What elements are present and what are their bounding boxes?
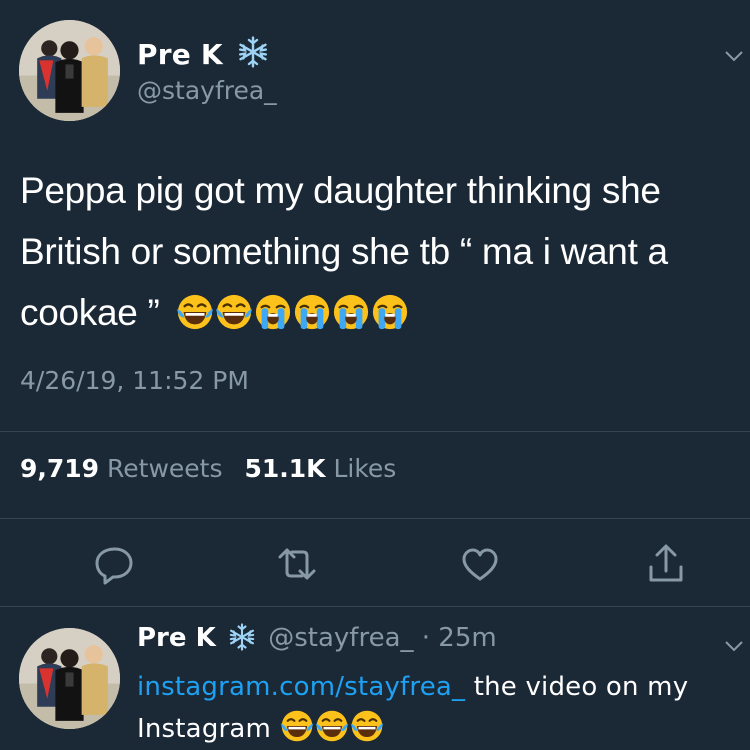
retweets-label[interactable]: Retweets: [107, 454, 222, 483]
avatar-image: [19, 628, 120, 729]
divider: [0, 606, 750, 607]
reply-time: · 25m: [421, 623, 497, 653]
reply-emojis: [280, 714, 385, 744]
joy-emoji: [215, 293, 253, 331]
author-avatar[interactable]: [19, 20, 120, 121]
reply-author-name[interactable]: Pre K: [137, 623, 216, 653]
sob-emoji: [371, 293, 409, 331]
sob-emoji: [254, 293, 292, 331]
joy-emoji: [176, 293, 214, 331]
reply-text: instagram.com/stayfrea_ the video on my …: [137, 666, 737, 750]
chevron-down-icon[interactable]: [722, 44, 746, 68]
sob-emoji: [332, 293, 370, 331]
likes-count[interactable]: 51.1K: [244, 454, 325, 483]
tweet-emojis: [176, 292, 410, 333]
author-handle[interactable]: @stayfrea_: [137, 76, 277, 105]
snowflake-icon: [228, 623, 256, 651]
joy-emoji: [350, 709, 384, 743]
share-icon[interactable]: [645, 543, 687, 585]
like-icon[interactable]: [459, 543, 501, 585]
tweet-text: Peppa pig got my daughter thinking she B…: [20, 160, 735, 343]
instagram-link[interactable]: instagram.com/stayfrea_: [137, 672, 465, 702]
reply-author-handle[interactable]: @stayfrea_: [268, 623, 413, 653]
reply-author-avatar[interactable]: [19, 628, 120, 729]
author-name[interactable]: Pre K: [137, 36, 269, 71]
retweets-count[interactable]: 9,719: [20, 454, 99, 483]
joy-emoji: [280, 709, 314, 743]
reply-header: Pre K @stayfrea_ · 25m: [137, 623, 497, 653]
tweet-stats: 9,719 Retweets 51.1K Likes: [20, 454, 410, 483]
avatar-image: [19, 20, 120, 121]
chevron-down-icon[interactable]: [722, 634, 746, 658]
joy-emoji: [315, 709, 349, 743]
sob-emoji: [293, 293, 331, 331]
divider: [0, 518, 750, 519]
author-name-text[interactable]: Pre K: [137, 38, 223, 71]
snowflake-icon: [237, 36, 269, 68]
likes-label[interactable]: Likes: [333, 454, 396, 483]
reply-icon[interactable]: [94, 543, 136, 585]
tweet-timestamp: 4/26/19, 11:52 PM: [20, 366, 249, 395]
divider: [0, 431, 750, 432]
retweet-icon[interactable]: [276, 543, 318, 585]
